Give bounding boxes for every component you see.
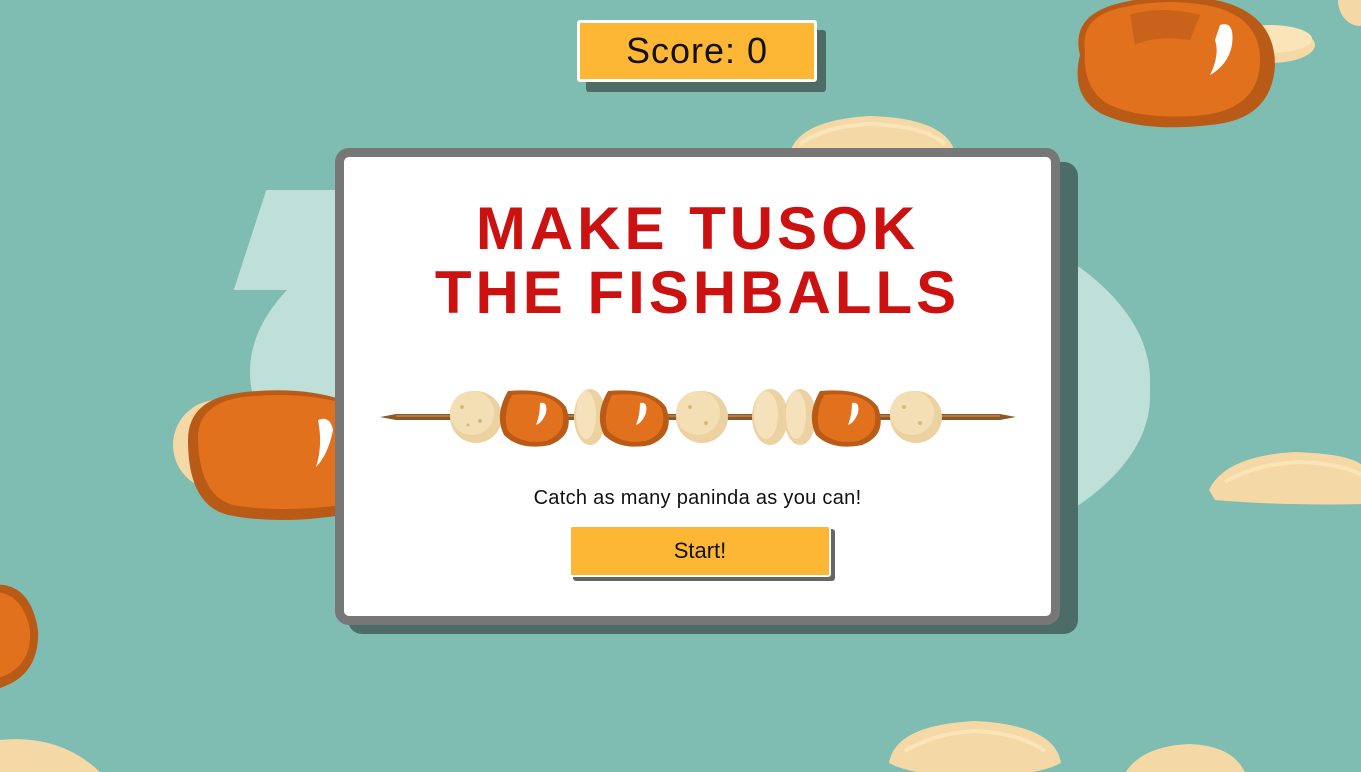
falling-kwek-kwek-edge-icon	[0, 584, 39, 688]
fishball-skewer-icon	[380, 389, 1016, 447]
start-button[interactable]: Start!	[569, 525, 831, 577]
instructions-text: Catch as many paninda as you can!	[533, 487, 862, 509]
falling-squidball-bottom-right-icon	[1125, 744, 1245, 772]
falling-squidball-bottom-icon	[889, 721, 1061, 772]
score-display: Score: 0	[577, 20, 817, 82]
game-title: MAKE TUSOK THE FISHBALLS	[344, 197, 1051, 325]
title-line-2: THE FISHBALLS	[434, 259, 961, 326]
game-stage: Score: 0 MAKE TUSOK THE FISHBALLS Catch …	[0, 0, 1361, 772]
falling-squidball-right-icon	[1209, 452, 1361, 505]
score-label: Score: 0	[625, 30, 769, 71]
falling-squidball-bottom-left-icon	[0, 739, 100, 772]
falling-fishball-icon	[1338, 0, 1361, 26]
falling-kwek-kwek-left-icon	[173, 390, 343, 520]
start-modal: MAKE TUSOK THE FISHBALLS Catch as many p…	[335, 148, 1060, 625]
title-line-1: MAKE TUSOK	[475, 195, 920, 262]
falling-kwek-kwek-icon	[1077, 0, 1315, 128]
